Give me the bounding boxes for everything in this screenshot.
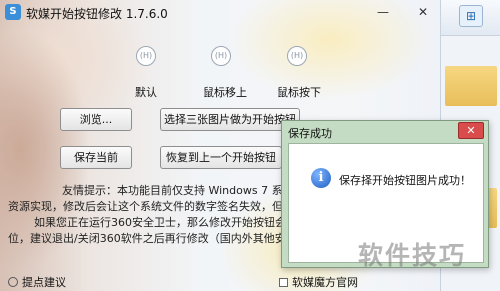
app-icon: S — [5, 4, 21, 20]
minimize-button[interactable]: — — [372, 3, 394, 21]
browse-button[interactable]: 浏览... — [60, 108, 132, 131]
folder-toolbar: ⊞ — [441, 0, 500, 36]
feedback-link[interactable]: 提点建议 — [8, 274, 66, 290]
brand-label: 软媒魔方官网 — [292, 276, 358, 289]
window-title: 软媒开始按钮修改 1.7.6.0 — [26, 7, 168, 21]
brand-icon — [279, 278, 288, 287]
folder-icon[interactable] — [445, 66, 497, 106]
folder-view-icon[interactable]: ⊞ — [459, 5, 483, 27]
tip-text-line: 位，建议退出/关闭360软件之后再行修改（国内外其他安 — [8, 232, 286, 245]
info-icon: i — [311, 168, 331, 188]
tip-text-line: 友情提示：本功能目前仅支持 Windows 7 系统，通 — [62, 184, 316, 197]
dialog-message: 保存择开始按钮图片成功！ — [339, 174, 471, 187]
watermark-text: 软件技巧 — [358, 241, 467, 270]
tip-text-line: 资源实现，修改后会让这个系统文件的数字签名失效，但不 — [8, 200, 294, 213]
feedback-label: 提点建议 — [22, 276, 66, 289]
preview-hover-icon: (H) — [211, 46, 231, 66]
dialog-close-button[interactable]: ✕ — [458, 122, 484, 139]
close-button[interactable]: ✕ — [412, 3, 434, 21]
restore-previous-button[interactable]: 恢复到上一个开始按钮 — [160, 146, 282, 169]
preview-label-pressed: 鼠标按下 — [277, 86, 321, 99]
select-three-images-button[interactable]: 选择三张图片做为开始按钮 — [160, 108, 300, 131]
tip-text-line: 如果您正在运行360安全卫士，那么修改开始按钮会 — [34, 216, 286, 229]
preview-label-default: 默认 — [135, 86, 157, 99]
save-current-button[interactable]: 保存当前 — [60, 146, 132, 169]
preview-default-icon: (H) — [136, 46, 156, 66]
preview-pressed-icon: (H) — [287, 46, 307, 66]
feedback-icon — [8, 277, 18, 287]
title-bar[interactable]: S 软媒开始按钮修改 1.7.6.0 — ✕ — [0, 0, 440, 24]
dialog-title: 保存成功 — [288, 127, 332, 140]
preview-label-hover: 鼠标移上 — [203, 86, 247, 99]
brand-link[interactable]: 软媒魔方官网 — [279, 274, 358, 290]
